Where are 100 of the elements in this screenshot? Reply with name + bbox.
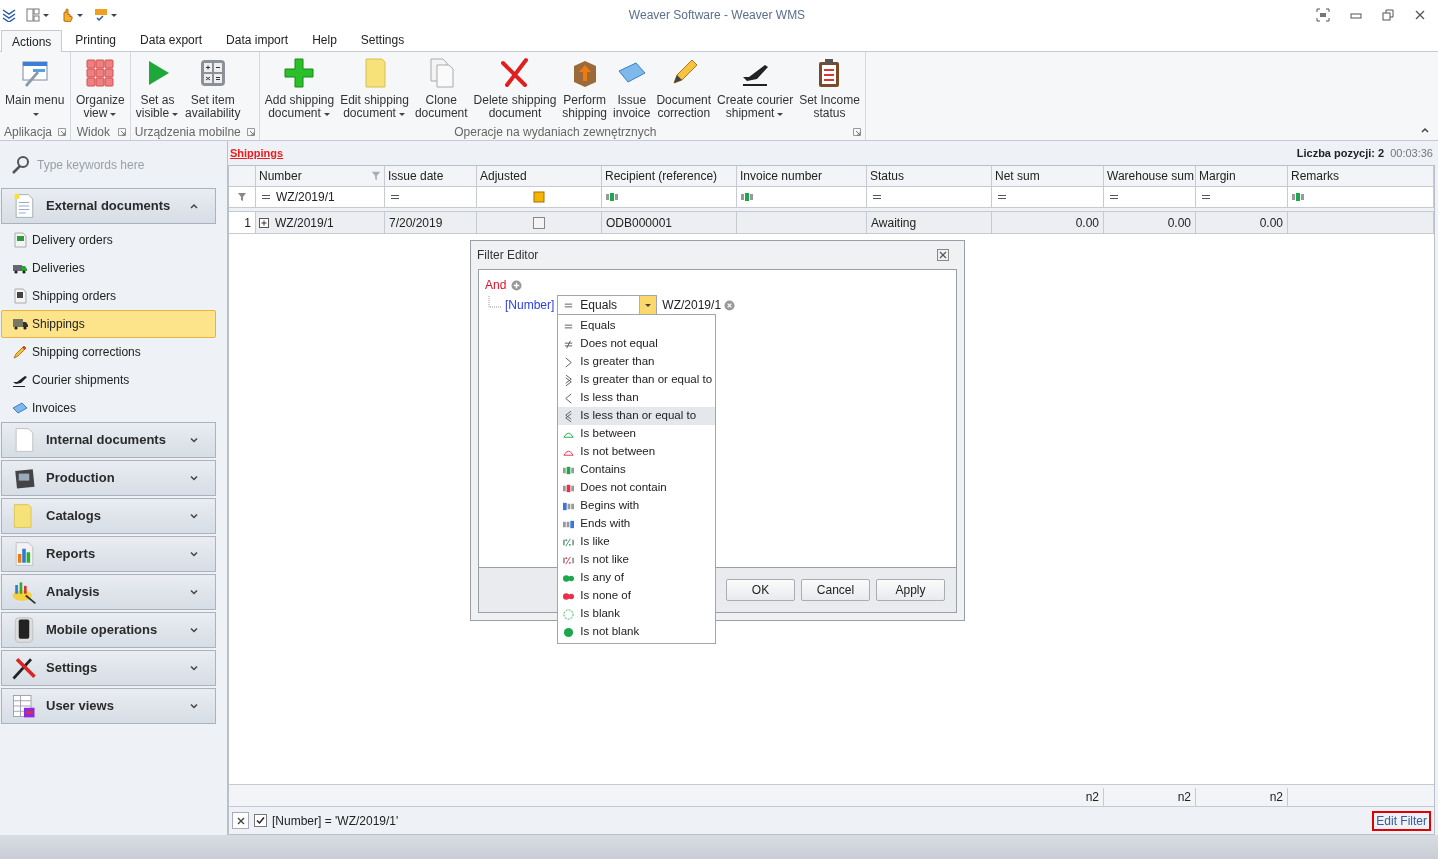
sidebar-group[interactable]: Catalogs <box>1 498 216 534</box>
ribbon-button[interactable]: Set as visible <box>132 57 183 120</box>
sidebar-item[interactable]: Shipping orders <box>1 282 216 310</box>
ribbon-button[interactable]: Set item availability <box>182 57 244 120</box>
search-field[interactable]: Type keywords here <box>37 155 207 174</box>
column-header[interactable]: Status <box>867 166 992 186</box>
dialog-button[interactable]: Apply <box>876 579 945 601</box>
sidebar-group[interactable]: Analysis <box>1 574 216 610</box>
sidebar-item[interactable]: Shippings <box>1 310 216 338</box>
dropdown-button[interactable] <box>639 296 657 314</box>
launcher-icon[interactable] <box>58 128 67 136</box>
launcher-icon[interactable] <box>117 128 126 136</box>
operator-option[interactable]: Is like <box>558 533 716 551</box>
column-header[interactable]: Invoice number <box>737 166 867 186</box>
dialog-button[interactable]: OK <box>726 579 795 601</box>
checkbox[interactable] <box>533 216 545 229</box>
ribbon-button[interactable]: Edit shipping document <box>337 57 412 120</box>
remove-icon[interactable] <box>724 299 736 311</box>
sidebar-item[interactable]: Shipping corrections <box>1 338 216 366</box>
column-header[interactable]: Number <box>256 166 385 186</box>
operator-option[interactable]: Is not like <box>558 551 716 569</box>
ribbon-button[interactable]: Delete shipping document <box>470 57 560 120</box>
field-name[interactable]: [Number] <box>505 296 555 314</box>
ribbon-tab[interactable]: Printing <box>64 29 128 51</box>
group-operator[interactable]: And <box>485 276 507 294</box>
grid-title-link[interactable]: Shippings <box>230 144 284 162</box>
chevron-up-icon[interactable] <box>1420 125 1430 135</box>
operator-option[interactable]: Is any of <box>558 569 716 587</box>
sidebar-group[interactable]: Settings <box>1 650 216 686</box>
operator-option[interactable]: Is not between <box>558 443 716 461</box>
sidebar-group[interactable]: Production <box>1 460 216 496</box>
restore-icon[interactable] <box>1382 9 1394 21</box>
operator-option[interactable]: Is greater than <box>558 353 716 371</box>
caret-icon[interactable] <box>42 11 50 19</box>
column-header[interactable]: Recipient (reference) <box>602 166 737 186</box>
operator-option[interactable]: Is greater than or equal to <box>558 371 716 389</box>
ribbon-tab[interactable]: Settings <box>349 29 416 51</box>
column-header[interactable]: Margin <box>1196 166 1288 186</box>
launcher-icon[interactable] <box>852 128 861 136</box>
ribbon-tab[interactable]: Data import <box>215 29 300 51</box>
launcher-icon[interactable] <box>246 128 255 136</box>
sidebar-item[interactable]: Deliveries <box>1 254 216 282</box>
clear-filter-button[interactable] <box>232 812 249 829</box>
sidebar-item[interactable]: Invoices <box>1 394 216 422</box>
operator-dropdown[interactable]: Equals <box>557 295 658 315</box>
filter-checkbox[interactable] <box>254 814 267 827</box>
ribbon-button[interactable]: Organize view <box>73 57 128 120</box>
ribbon-button[interactable]: Clone document <box>411 57 471 120</box>
operator-option[interactable]: Does not contain <box>558 479 716 497</box>
chevron-down-icon <box>189 473 199 483</box>
ribbon-button[interactable]: Add shipping document <box>261 57 338 120</box>
operator-option[interactable]: Equals <box>558 317 716 335</box>
filter-cell[interactable]: WZ/2019/1 <box>256 187 385 207</box>
logo-icon[interactable] <box>2 8 16 22</box>
ribbon-tab[interactable]: Actions <box>1 30 63 52</box>
ribbon-button[interactable]: Set Income status <box>796 57 863 120</box>
column-header[interactable]: Net sum <box>992 166 1104 186</box>
operator-option[interactable]: Is none of <box>558 587 716 605</box>
spell-check-icon[interactable] <box>94 8 108 22</box>
operator-option[interactable]: Ends with <box>558 515 716 533</box>
condition-value[interactable]: WZ/2019/1 <box>662 296 722 314</box>
ribbon-button[interactable]: Issue invoice <box>610 57 654 120</box>
sidebar-group[interactable]: Internal documents <box>1 422 216 458</box>
add-icon[interactable] <box>511 279 523 291</box>
screen-icon[interactable] <box>1316 8 1330 22</box>
operator-option[interactable]: Is blank <box>558 605 716 623</box>
operator-option[interactable]: Is between <box>558 425 716 443</box>
dialog-button[interactable]: Cancel <box>801 579 870 601</box>
column-header[interactable]: Adjusted <box>477 166 602 186</box>
document-icon <box>12 288 28 304</box>
sidebar-group[interactable]: Reports <box>1 536 216 572</box>
column-header[interactable]: Remarks <box>1288 166 1434 186</box>
expand-icon[interactable] <box>258 216 270 229</box>
operator-option[interactable]: Begins with <box>558 497 716 515</box>
close-icon[interactable] <box>1414 9 1426 21</box>
caret-icon[interactable] <box>110 11 118 19</box>
sidebar-group[interactable]: Mobile operations <box>1 612 216 648</box>
filter-icon <box>237 192 247 202</box>
ribbon-tab[interactable]: Data export <box>129 29 214 51</box>
edit-filter-link[interactable]: Edit Filter <box>1372 810 1431 831</box>
operator-option[interactable]: Is less than <box>558 389 716 407</box>
close-icon[interactable] <box>937 249 949 261</box>
operator-option[interactable]: Contains <box>558 461 716 479</box>
caret-icon[interactable] <box>76 11 84 19</box>
sidebar-item[interactable]: Courier shipments <box>1 366 216 394</box>
column-header[interactable]: Warehouse sum <box>1104 166 1196 186</box>
operator-option[interactable]: Is not blank <box>558 623 716 641</box>
operator-option[interactable]: Is less than or equal to <box>558 407 716 425</box>
ribbon-button[interactable]: Create courier shipment <box>714 57 797 120</box>
ribbon-button[interactable]: Document correction <box>653 57 715 120</box>
column-header[interactable]: Issue date <box>385 166 477 186</box>
group-label: Widok <box>75 124 112 141</box>
hand-icon[interactable] <box>60 8 74 22</box>
sidebar-group[interactable]: External documents <box>1 188 216 224</box>
sidebar-group[interactable]: User views <box>1 688 216 724</box>
ribbon-button[interactable]: Main menu <box>2 57 68 120</box>
ribbon-tab[interactable]: Help <box>301 29 348 51</box>
operator-option[interactable]: Does not equal <box>558 335 716 353</box>
sidebar-item[interactable]: Delivery orders <box>1 226 216 254</box>
ribbon-button[interactable]: Perform shipping <box>559 57 611 120</box>
